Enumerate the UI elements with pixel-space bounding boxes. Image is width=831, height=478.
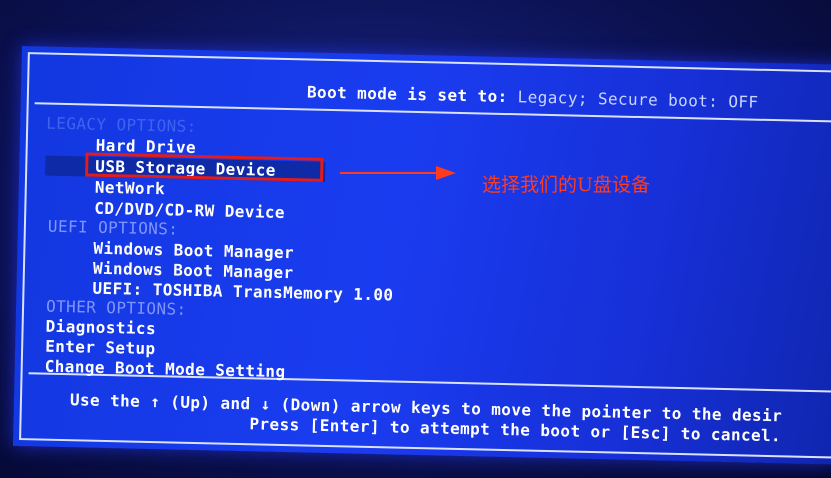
annotation-label: 选择我们的U盘设备 xyxy=(482,174,651,196)
annotation-arrow-icon xyxy=(340,166,456,180)
secure-boot-value: OFF xyxy=(728,92,759,112)
legacy-options-heading: LEGACY OPTIONS: xyxy=(46,113,197,136)
boot-option-network[interactable]: NetWork xyxy=(95,178,166,200)
boot-mode-label: Boot mode is set to: xyxy=(306,82,508,107)
secure-boot-label: Secure boot: xyxy=(597,89,719,111)
boot-mode-value: Legacy; xyxy=(517,87,589,108)
option-enter-setup[interactable]: Enter Setup xyxy=(45,337,156,359)
uefi-options-heading: UEFI OPTIONS: xyxy=(47,216,179,239)
bios-boot-menu: Boot mode is set to: Legacy; Secure boot… xyxy=(12,46,831,465)
option-diagnostics[interactable]: Diagnostics xyxy=(45,317,156,339)
